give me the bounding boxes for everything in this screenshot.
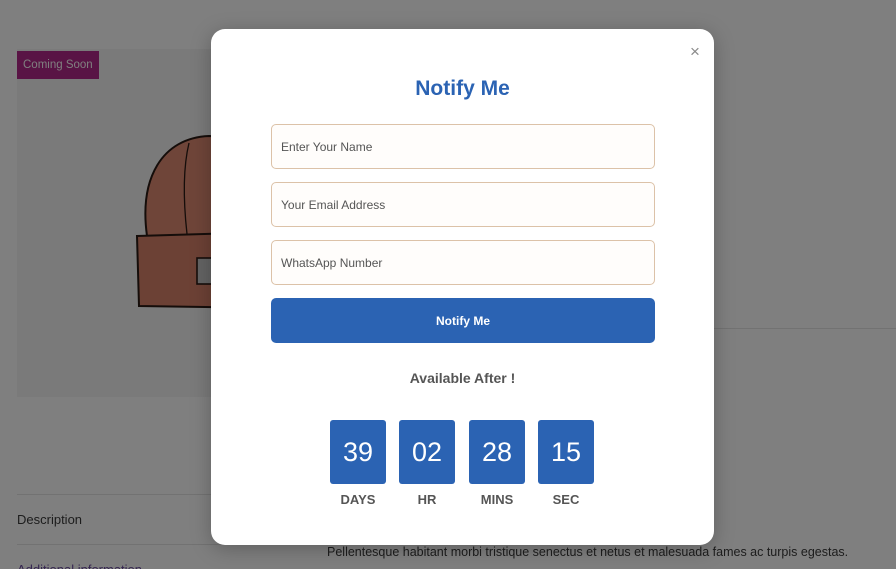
countdown-minutes-label: MINS bbox=[480, 492, 514, 507]
countdown-hours-label: HR bbox=[417, 492, 437, 507]
countdown-seconds-value: 15 bbox=[538, 420, 594, 484]
modal-title: Notify Me bbox=[415, 77, 510, 100]
name-input[interactable] bbox=[271, 124, 655, 169]
countdown-days-label: DAYS bbox=[340, 492, 376, 507]
countdown-minutes-value: 28 bbox=[469, 420, 525, 484]
email-input[interactable] bbox=[271, 182, 655, 227]
whatsapp-input[interactable] bbox=[271, 240, 655, 285]
notify-me-button[interactable]: Notify Me bbox=[271, 298, 655, 343]
available-after-label: Available After ! bbox=[409, 370, 516, 386]
countdown-minutes: 28 MINS bbox=[469, 420, 525, 507]
countdown-seconds: 15 SEC bbox=[538, 420, 594, 507]
countdown-seconds-label: SEC bbox=[552, 492, 580, 507]
close-icon[interactable]: × bbox=[686, 43, 704, 61]
notify-me-modal: × Notify Me Notify Me Available After ! … bbox=[211, 29, 714, 545]
countdown-days: 39 DAYS bbox=[330, 420, 386, 507]
countdown-hours-value: 02 bbox=[399, 420, 455, 484]
countdown-timer: 39 DAYS 02 HR 28 MINS 15 SEC bbox=[330, 420, 595, 520]
countdown-days-value: 39 bbox=[330, 420, 386, 484]
countdown-hours: 02 HR bbox=[399, 420, 455, 507]
